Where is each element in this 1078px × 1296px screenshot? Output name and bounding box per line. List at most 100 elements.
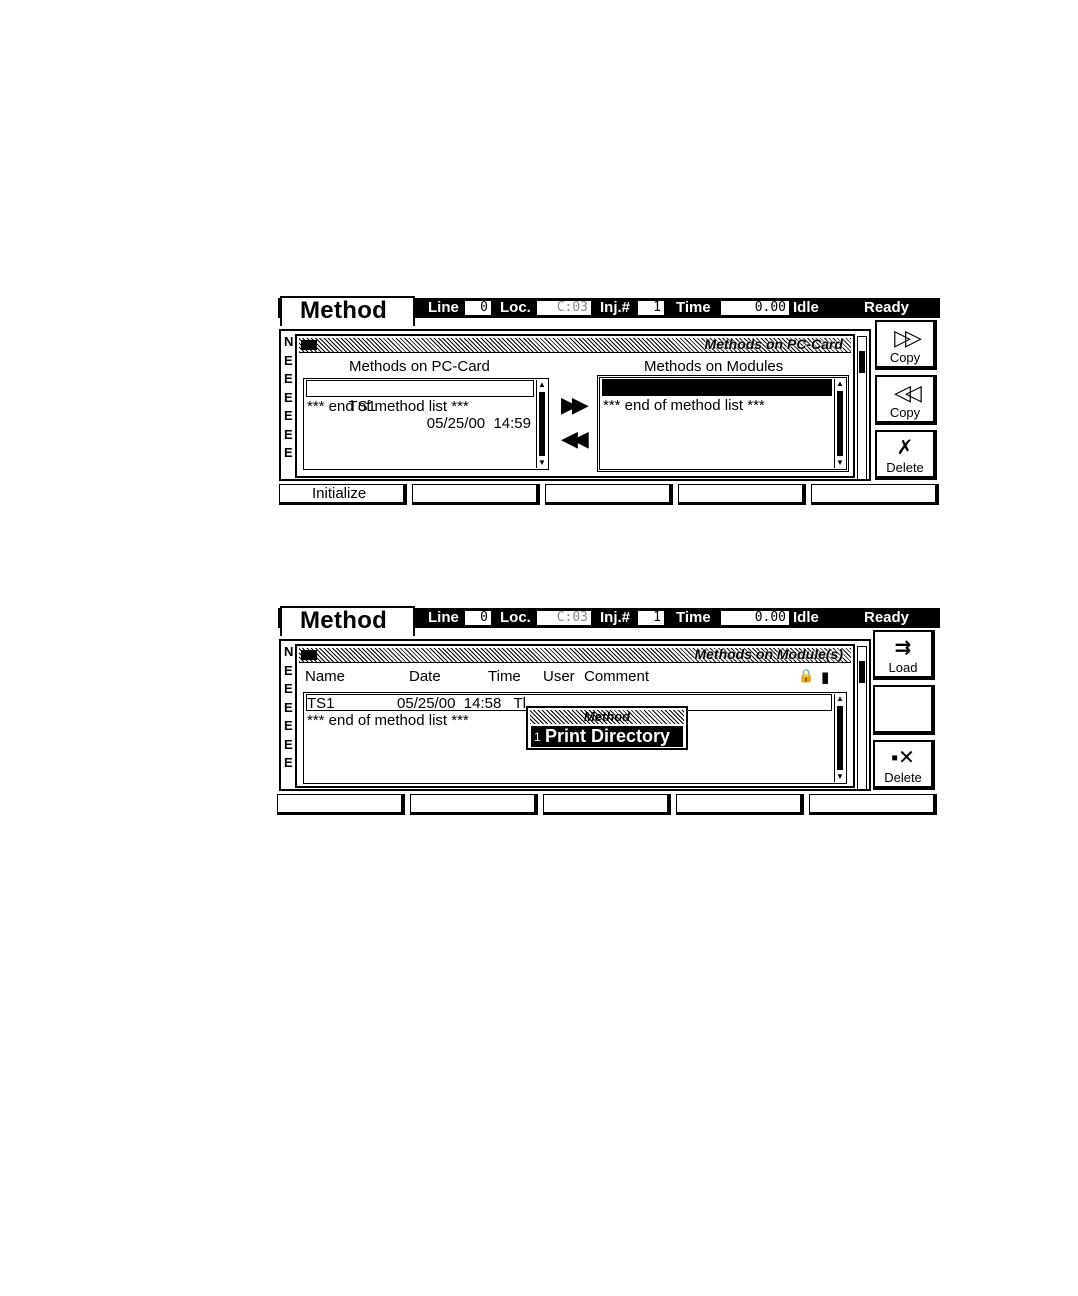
dialog-title: Methods on PC-Card (704, 336, 843, 352)
scroll-down-icon[interactable]: ▼ (835, 458, 845, 468)
side-list: N E E E E E E (284, 333, 294, 463)
button-label: Load (888, 660, 918, 675)
dialog-scrollbar[interactable] (857, 336, 867, 480)
menu-item-label: Print Directory (545, 726, 671, 746)
scroll-down-icon[interactable]: ▼ (835, 772, 845, 782)
copy-right-icon: ▷▷ (894, 325, 922, 350)
method-tab-label: Method (300, 297, 388, 324)
side-letter: E (284, 445, 293, 460)
empty-button[interactable] (873, 685, 935, 735)
scroll-up-icon[interactable]: ▲ (537, 380, 547, 390)
methods-dialog: Methods on Module(s) Name Date Time User… (295, 644, 867, 790)
loc-label: Loc. (500, 609, 531, 626)
side-letter: E (284, 718, 293, 733)
softkey-2[interactable] (412, 484, 540, 505)
column-header-user: User (543, 668, 575, 685)
softkey-3[interactable] (545, 484, 673, 505)
list-item[interactable]: TS1 05/25/00 14:58 (602, 379, 832, 430)
inj-value: 1 (638, 611, 664, 625)
scroll-down-icon[interactable]: ▼ (537, 458, 547, 468)
close-box-icon[interactable] (301, 340, 317, 350)
copy-to-pc-card-button[interactable]: ◁◁ Copy (875, 375, 937, 425)
softkey-initialize[interactable]: Initialize (279, 484, 407, 505)
dialog-titlebar: Methods on PC-Card (299, 336, 851, 353)
method-screen-pc-card: Line 0 Loc. C:03 Inj.# 1 Time 0.00 Idle … (278, 296, 940, 508)
method-context-menu: Method 1 Print Directory (526, 706, 688, 750)
modules-method-list[interactable]: TS1 05/25/00 14:58 *** end of method lis… (597, 375, 849, 472)
delete-icon: ▪✕ (891, 747, 915, 769)
inj-value: 1 (638, 301, 664, 315)
side-letter: E (284, 389, 293, 405)
side-letter: N (284, 644, 294, 659)
loc-value: C:03 (537, 301, 591, 315)
column-header-date: Date (409, 668, 441, 685)
side-letter: E (284, 426, 293, 442)
copy-to-modules-button[interactable]: ▷▷ Copy (875, 320, 937, 370)
copy-right-arrow-icon[interactable]: ▶▶ (561, 392, 589, 418)
method-tab[interactable]: Method (280, 606, 415, 636)
column-header-comment: Comment (584, 668, 650, 685)
side-letter: E (284, 699, 293, 715)
right-list-heading: Methods on Modules (644, 358, 784, 375)
list-item: *** end of method list *** (307, 398, 469, 415)
scrollbar[interactable]: ▲ ▼ (834, 379, 845, 468)
side-letter: E (284, 408, 293, 423)
column-header-name: Name (305, 668, 346, 685)
load-button[interactable]: ⇉ Load (873, 630, 935, 680)
dialog-title: Methods on Module(s) (694, 646, 843, 662)
ready-status: Ready (864, 609, 910, 626)
method-tab[interactable]: Method (280, 296, 415, 326)
delete-icon: ✗ (896, 437, 914, 459)
line-value: 0 (465, 301, 491, 315)
softkey-5[interactable] (811, 484, 939, 505)
delete-button[interactable]: ▪✕ Delete (873, 740, 935, 790)
side-letter: E (284, 681, 293, 696)
method-panel: N E E E E E E Methods on Module(s) Name … (279, 639, 871, 791)
scrollbar[interactable]: ▲ ▼ (536, 380, 547, 468)
delete-button[interactable]: ✗ Delete (875, 430, 937, 480)
card-icon: ▮ (821, 669, 830, 686)
side-letter: E (284, 736, 293, 752)
dialog-titlebar: Methods on Module(s) (299, 646, 851, 663)
left-list-heading: Methods on PC-Card (349, 358, 490, 375)
dialog-scrollbar[interactable] (857, 646, 867, 790)
method-screen-modules: Line 0 Loc. C:03 Inj.# 1 Time 0.00 Idle … (277, 606, 940, 818)
softkey-3[interactable] (543, 794, 671, 815)
softkey-1[interactable] (277, 794, 405, 815)
method-datetime: 05/25/00 14:58 (725, 413, 830, 430)
button-label: Copy (889, 405, 921, 420)
inj-label: Inj.# (600, 609, 631, 626)
softkey-4[interactable] (678, 484, 806, 505)
context-menu-title: Method (530, 710, 684, 724)
scroll-up-icon[interactable]: ▲ (835, 694, 845, 704)
copy-left-icon: ◁◁ (894, 380, 922, 405)
line-value: 0 (465, 611, 491, 625)
side-letter: E (284, 352, 293, 368)
line-label: Line (428, 299, 459, 316)
ready-status: Ready (864, 299, 910, 316)
methods-dialog: Methods on PC-Card Methods on PC-Card Me… (295, 334, 867, 480)
inj-label: Inj.# (600, 299, 631, 316)
softkey-2[interactable] (410, 794, 538, 815)
lock-icon: 🔒 (798, 668, 815, 683)
scroll-up-icon[interactable]: ▲ (835, 379, 845, 389)
scrollbar[interactable]: ▲ ▼ (834, 694, 845, 782)
idle-status: Idle (793, 299, 819, 316)
menu-item-print-directory[interactable]: 1 Print Directory (531, 726, 683, 747)
list-item: *** end of method list *** (603, 397, 765, 414)
side-letter: E (284, 371, 293, 386)
method-tab-label: Method (300, 607, 388, 634)
softkey-5[interactable] (809, 794, 937, 815)
copy-left-arrow-icon[interactable]: ◀◀ (561, 426, 589, 452)
list-item[interactable]: TS1 05/25/00 14:59 (306, 380, 534, 432)
side-letter: E (284, 755, 293, 770)
pc-card-method-list[interactable]: TS1 05/25/00 14:59 *** end of method lis… (303, 378, 549, 470)
side-letter: N (284, 334, 294, 349)
button-label: Delete (886, 460, 924, 475)
side-list: N E E E E E E (284, 643, 294, 773)
column-header-time: Time (488, 668, 521, 685)
side-letter: E (284, 662, 293, 678)
close-box-icon[interactable] (301, 650, 317, 660)
method-panel: N E E E E E E Methods on PC-Card Methods… (279, 329, 871, 481)
softkey-4[interactable] (676, 794, 804, 815)
